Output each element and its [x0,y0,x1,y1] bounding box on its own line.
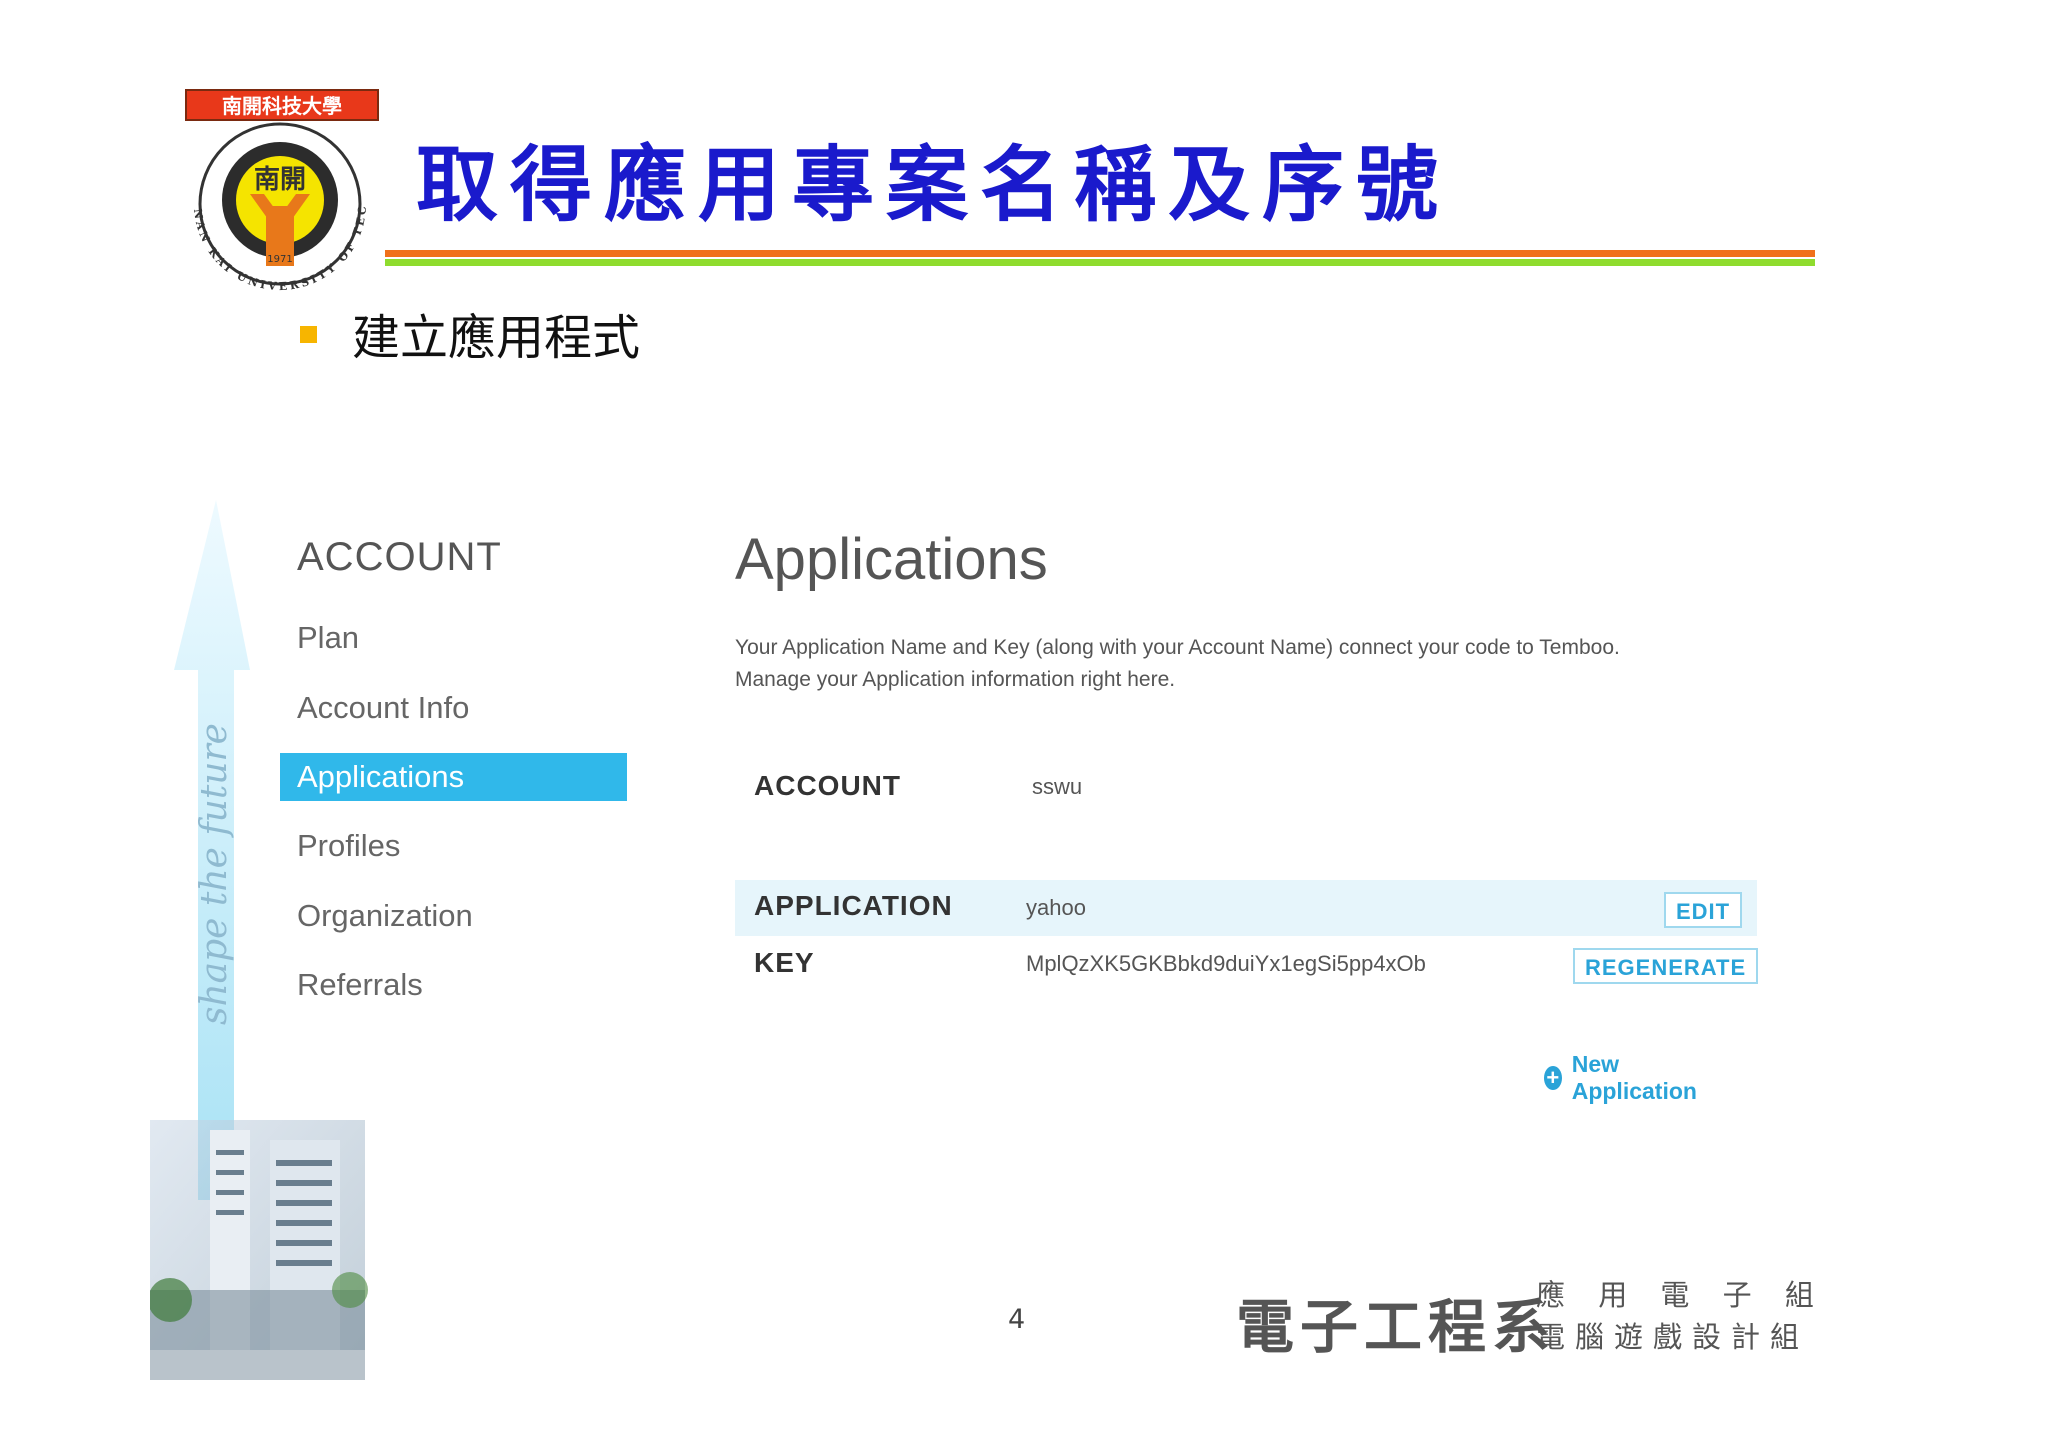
edit-button[interactable]: EDIT [1664,892,1743,928]
sidebar-item-applications[interactable]: Applications [280,753,627,801]
footer-department: 電子工程系 [1236,1293,1557,1361]
logo-top-text: 南開科技大學 [222,94,342,118]
application-name-value: yahoo [1026,895,1086,920]
application-label: APPLICATION [754,890,953,921]
page-title: Applications [735,527,1048,592]
sidebar-heading: ACCOUNT [297,535,502,579]
application-key-value: MplQzXK5GKBbkd9duiYx1egSi5pp4xOb [1026,951,1426,976]
regenerate-button[interactable]: REGENERATE [1573,948,1759,984]
title-rule-green [385,259,1815,266]
description-line-2: Manage your Application information righ… [735,668,1176,691]
title-rule-orange [385,250,1815,257]
university-logo: 南開科技大學 南開 1971 NAN KAI UNIVERSITY OF TEC… [172,86,379,293]
bullet-square-icon [300,326,317,343]
new-application-label: New Application [1571,1051,1697,1104]
side-motto: shape the future [194,723,235,1025]
sidebar-item-plan[interactable]: Plan [280,614,627,662]
key-label: KEY [754,947,815,978]
footer-line-1: 應 用 電 子 組 [1536,1278,1826,1312]
building-photo [150,1120,368,1380]
sidebar-item-organization[interactable]: Organization [280,892,627,940]
sidebar-item-account-info[interactable]: Account Info [280,684,627,732]
bullet-text: 建立應用程式 [352,310,641,366]
description-line-1: Your Application Name and Key (along wit… [735,636,1620,659]
account-value: sswu [1032,774,1083,799]
logo-year: 1971 [267,254,292,265]
footer-line-2: 電腦遊戲設計組 [1536,1320,1810,1354]
logo-center-text: 南開 [254,165,306,195]
page-description: Your Application Name and Key (along wit… [735,632,1785,696]
sidebar-item-referrals[interactable]: Referrals [280,961,627,1009]
slide-title: 取得應用專案名稱及序號 [416,137,1451,233]
plus-circle-icon: + [1544,1066,1562,1090]
page-number: 4 [1008,1304,1026,1335]
new-application-link[interactable]: + New Application [1544,1051,1703,1105]
account-label: ACCOUNT [754,770,901,801]
sidebar-item-profiles[interactable]: Profiles [280,822,627,870]
